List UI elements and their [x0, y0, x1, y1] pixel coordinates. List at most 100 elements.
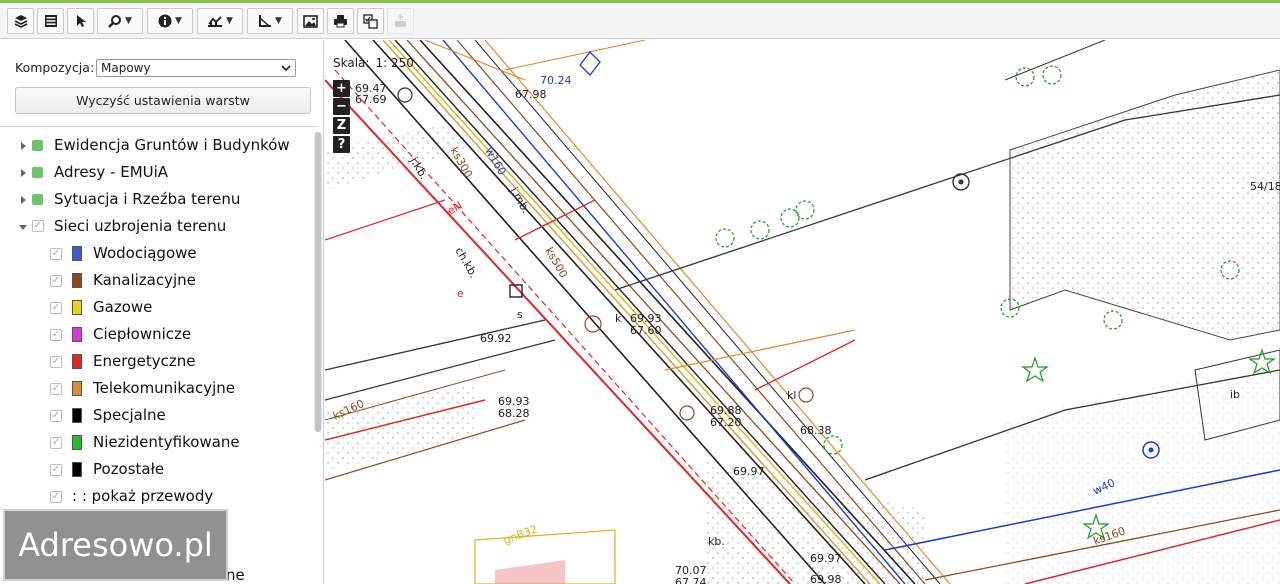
- sublayer-label: Energetyczne: [93, 352, 196, 370]
- color-swatch: [72, 435, 82, 450]
- map-label: s: [517, 308, 523, 321]
- color-swatch: [72, 273, 82, 288]
- map-label: eN: [445, 199, 464, 218]
- layer-checkbox[interactable]: ✓: [32, 220, 44, 232]
- map-label: e: [457, 287, 464, 300]
- layer-checkbox[interactable]: ✓: [50, 491, 62, 503]
- info-menu-button[interactable]: ▼: [147, 8, 193, 34]
- export-button[interactable]: [387, 8, 414, 34]
- map-label: 67.98: [515, 88, 547, 101]
- zoom-in-button[interactable]: +: [333, 80, 350, 97]
- zoom-out-button[interactable]: −: [333, 98, 350, 115]
- map-label: 69.92: [480, 332, 512, 345]
- zoom-menu-button[interactable]: ▼: [97, 8, 143, 34]
- sublayer-label: Pozostałe: [93, 460, 165, 478]
- map-drawing[interactable]: 70.2467.9869.4767.69j.kb. ks300 w160j.mb.k…: [325, 40, 1280, 584]
- layer-checkbox[interactable]: ✓: [50, 275, 62, 287]
- color-swatch: [72, 462, 82, 477]
- map-label: 68.28: [498, 407, 530, 420]
- sublayer-label: Wodociągowe: [93, 244, 197, 262]
- image-button[interactable]: [297, 8, 324, 34]
- image-icon: [303, 14, 318, 28]
- color-swatch: [72, 246, 82, 261]
- kompozycja-value: Mapowy: [101, 61, 151, 75]
- color-swatch: [72, 408, 82, 423]
- clear-layer-settings-button[interactable]: Wyczyść ustawienia warstw: [15, 87, 311, 114]
- measure-icon: [208, 16, 223, 27]
- sublayer-label: Specjalne: [93, 406, 166, 424]
- layer-checkbox[interactable]: ✓: [50, 464, 62, 476]
- layer-group-label: Ewidencja Gruntów i Budynków: [54, 136, 290, 154]
- print-icon: [334, 15, 347, 28]
- layer-group-label: Sieci uzbrojenia terenu: [54, 217, 227, 235]
- scrollbar-thumb[interactable]: [315, 132, 321, 432]
- compare-button[interactable]: [357, 8, 384, 34]
- kompozycja-select[interactable]: Mapowy: [96, 59, 296, 77]
- collapse-arrow-icon[interactable]: [19, 225, 27, 230]
- layers-icon: [14, 15, 27, 28]
- sublayer-label: Gazowe: [93, 298, 153, 316]
- map-label: 54/18: [1250, 180, 1280, 193]
- color-swatch: [72, 381, 82, 396]
- sublayer-label: Telekomunikacyjne: [93, 379, 236, 397]
- map-label: ks300: [447, 145, 475, 180]
- layer-checkbox[interactable]: ✓: [50, 410, 62, 422]
- layers-panel: Kompozycja: Mapowy Wyczyść ustawienia wa…: [0, 40, 324, 584]
- panel-divider: [0, 126, 318, 127]
- layer-checkbox[interactable]: ✓: [50, 248, 62, 260]
- map-label: ch.kb.: [452, 245, 480, 280]
- map-label: ib: [1230, 388, 1240, 401]
- compare-icon: [363, 13, 378, 29]
- chevron-down-icon: ▼: [275, 15, 282, 26]
- sublayer-label: Kanalizacyjne: [93, 271, 196, 289]
- map-label: ks500: [542, 245, 570, 280]
- color-swatch: [72, 354, 82, 369]
- scale-label: Skala:: [333, 56, 370, 70]
- layer-group-label: Sytuacja i Rzeźba terenu: [54, 190, 241, 208]
- layer-status-icon: [32, 194, 43, 205]
- zoom-icon: [108, 15, 122, 28]
- measure-menu-button[interactable]: ▼: [197, 8, 243, 34]
- map-label: 67.74: [675, 576, 707, 584]
- map-canvas[interactable]: 70.24 67.98 69.47 67.69 j.kb. ks300 w160 j.mb. k…: [325, 40, 1280, 584]
- sublayer-label: Ciepłownicze: [93, 325, 192, 343]
- map-label: gnB32: [502, 522, 540, 546]
- export-icon: [395, 14, 406, 27]
- panel-scrollbar[interactable]: [314, 132, 322, 432]
- color-swatch: [72, 327, 82, 342]
- legend-list-button[interactable]: [37, 8, 64, 34]
- kompozycja-label: Kompozycja:: [15, 60, 95, 75]
- map-label: 70.24: [540, 74, 572, 87]
- layer-status-icon: [32, 140, 43, 151]
- map-scale-indicator: Skala: 1: 250: [333, 56, 414, 70]
- layer-group-label: Adresy - EMUiA: [54, 163, 169, 181]
- layer-checkbox[interactable]: ✓: [50, 329, 62, 341]
- expand-arrow-icon[interactable]: [21, 169, 26, 177]
- expand-arrow-icon[interactable]: [21, 196, 26, 204]
- map-label: k: [615, 312, 622, 325]
- scale-value[interactable]: 1: 250: [375, 56, 413, 70]
- layer-status-icon: [32, 167, 43, 178]
- chevron-down-icon: [281, 65, 291, 72]
- map-label: 67.69: [355, 93, 387, 106]
- list-icon: [44, 15, 57, 27]
- angle-icon: [259, 15, 272, 27]
- map-label: 68.38: [800, 424, 832, 437]
- zoom-extent-button[interactable]: Z: [333, 117, 350, 134]
- layers-button[interactable]: [7, 8, 34, 34]
- layer-checkbox[interactable]: ✓: [50, 383, 62, 395]
- info-icon: [158, 14, 172, 28]
- chevron-down-icon: ▼: [226, 15, 233, 26]
- main-toolbar: ▼ ▼ ▼ ▼: [0, 3, 1280, 39]
- map-label: 67.60: [630, 324, 662, 337]
- expand-arrow-icon[interactable]: [21, 142, 26, 150]
- sublayer-label: Niezidentyfikowane: [93, 433, 240, 451]
- angle-menu-button[interactable]: ▼: [247, 8, 293, 34]
- pointer-icon: [76, 15, 86, 27]
- layer-checkbox[interactable]: ✓: [50, 356, 62, 368]
- layer-checkbox[interactable]: ✓: [50, 437, 62, 449]
- layer-checkbox[interactable]: ✓: [50, 302, 62, 314]
- print-button[interactable]: [327, 8, 354, 34]
- pointer-button[interactable]: [67, 8, 94, 34]
- map-help-button[interactable]: ?: [333, 136, 350, 153]
